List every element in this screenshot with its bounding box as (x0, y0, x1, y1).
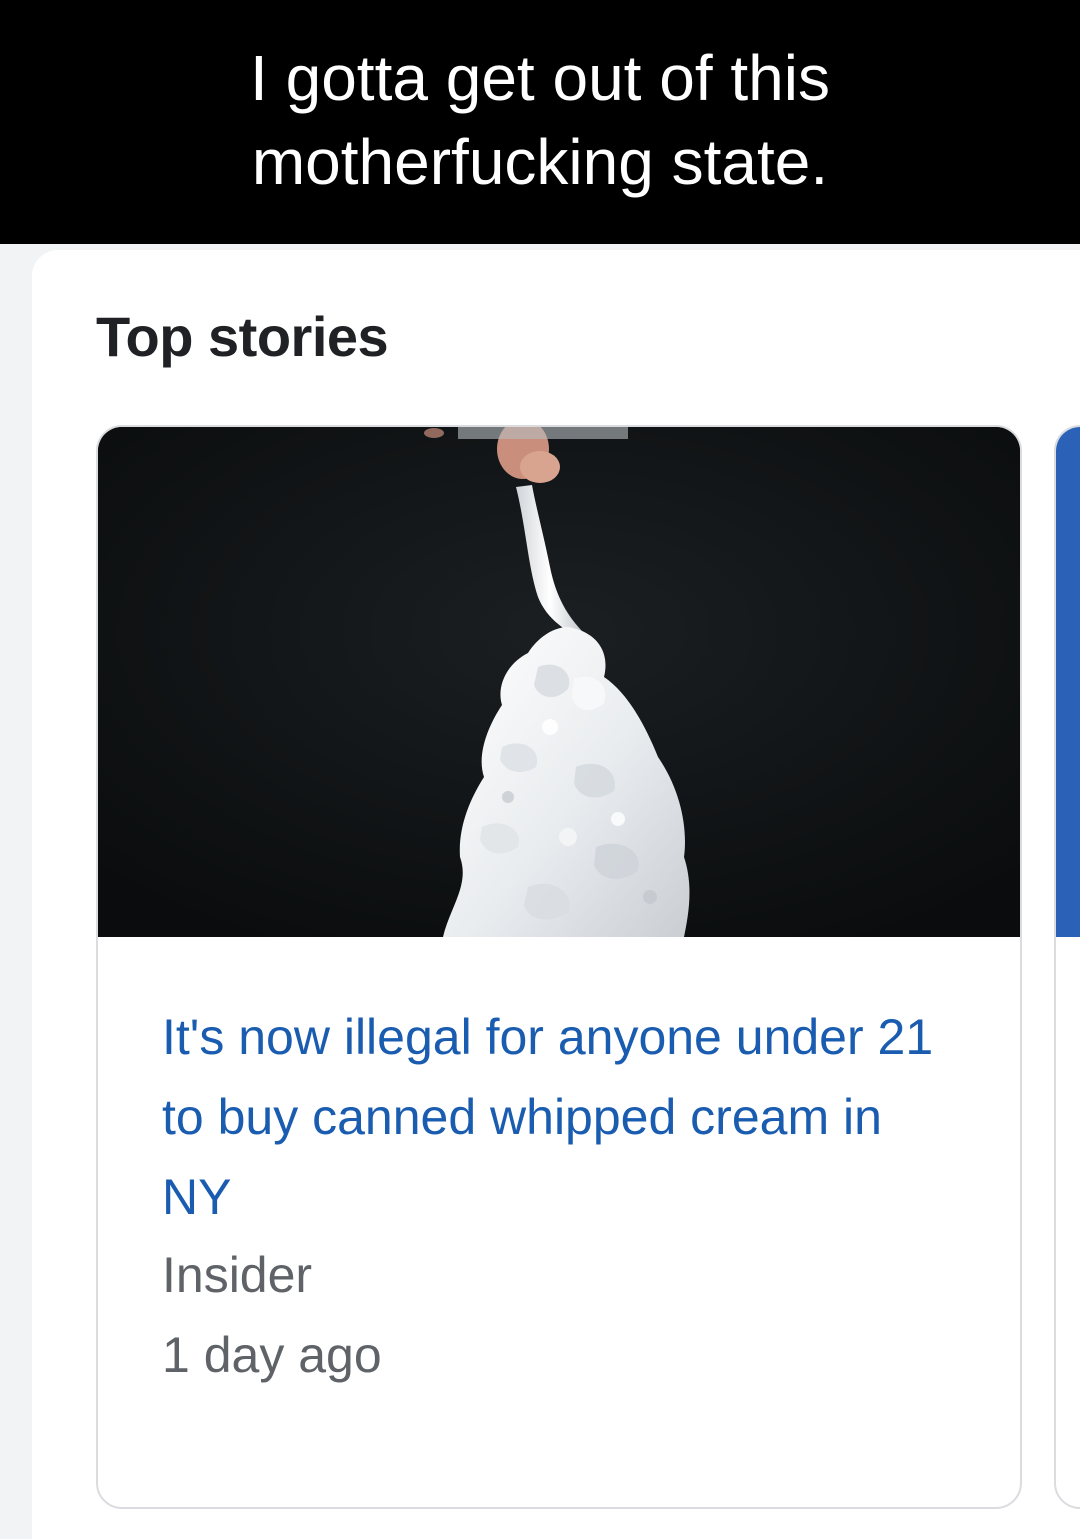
story-source: Insider (162, 1247, 313, 1303)
story-timestamp: 1 day ago (162, 1327, 382, 1383)
meme-caption-text: I gotta get out of this motherfucking st… (250, 42, 830, 198)
next-story-card[interactable] (1054, 425, 1080, 1509)
story-headline-link[interactable]: It's now illegal for anyone under 21 to … (162, 997, 962, 1237)
story-card[interactable]: It's now illegal for anyone under 21 to … (96, 425, 1022, 1509)
page: I gotta get out of this motherfucking st… (0, 0, 1080, 1539)
next-story-thumbnail[interactable] (1056, 427, 1080, 937)
meme-caption-bar: I gotta get out of this motherfucking st… (0, 0, 1080, 244)
top-stories-heading: Top stories (96, 305, 389, 368)
story-thumbnail[interactable] (98, 427, 1020, 937)
whipped-cream-photo-icon (98, 427, 1020, 937)
